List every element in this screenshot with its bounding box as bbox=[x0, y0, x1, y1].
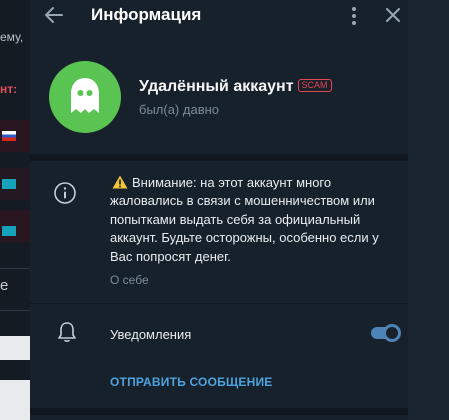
background-chat-snippet: ему, bbox=[0, 30, 24, 44]
background-panel bbox=[0, 336, 30, 360]
last-seen-status: был(а) давно bbox=[139, 102, 220, 117]
user-info-modal: Информация Удалённый аккаунт SCAM был(а) … bbox=[30, 0, 408, 420]
background-panel bbox=[0, 380, 30, 420]
bio-caption: О себе bbox=[110, 273, 149, 287]
close-icon[interactable] bbox=[384, 6, 402, 24]
flag-icon bbox=[2, 131, 16, 141]
flag-icon bbox=[2, 226, 16, 236]
modal-header: Информация bbox=[30, 0, 408, 30]
background-name-snippet: нт: bbox=[0, 82, 18, 96]
info-icon bbox=[54, 182, 76, 204]
background-divider bbox=[0, 310, 30, 311]
modal-title: Информация bbox=[91, 5, 202, 24]
ghost-icon bbox=[71, 78, 99, 113]
bio-text: Внимание: на этот аккаунт много жаловали… bbox=[110, 175, 379, 264]
scam-badge: SCAM bbox=[297, 79, 332, 92]
avatar[interactable] bbox=[49, 61, 121, 133]
background-right-area bbox=[408, 0, 449, 420]
background-input-snippet: е bbox=[0, 277, 9, 294]
section-divider bbox=[30, 408, 408, 415]
toggle-knob bbox=[383, 324, 401, 342]
section-divider bbox=[30, 154, 408, 161]
arrow-left-icon[interactable] bbox=[44, 6, 64, 24]
notifications-label: Уведомления bbox=[110, 327, 192, 342]
notifications-toggle[interactable] bbox=[371, 324, 401, 342]
bell-icon bbox=[58, 322, 76, 342]
vertical-dots-icon[interactable] bbox=[348, 6, 360, 26]
flag-icon bbox=[2, 179, 16, 189]
row-divider bbox=[30, 303, 408, 304]
profile-name: Удалённый аккаунт bbox=[139, 78, 294, 95]
profile-name-line: Удалённый аккаунт SCAM bbox=[139, 78, 332, 96]
background-divider bbox=[0, 268, 30, 269]
send-message-button[interactable]: ОТПРАВИТЬ СООБЩЕНИЕ bbox=[110, 375, 272, 389]
